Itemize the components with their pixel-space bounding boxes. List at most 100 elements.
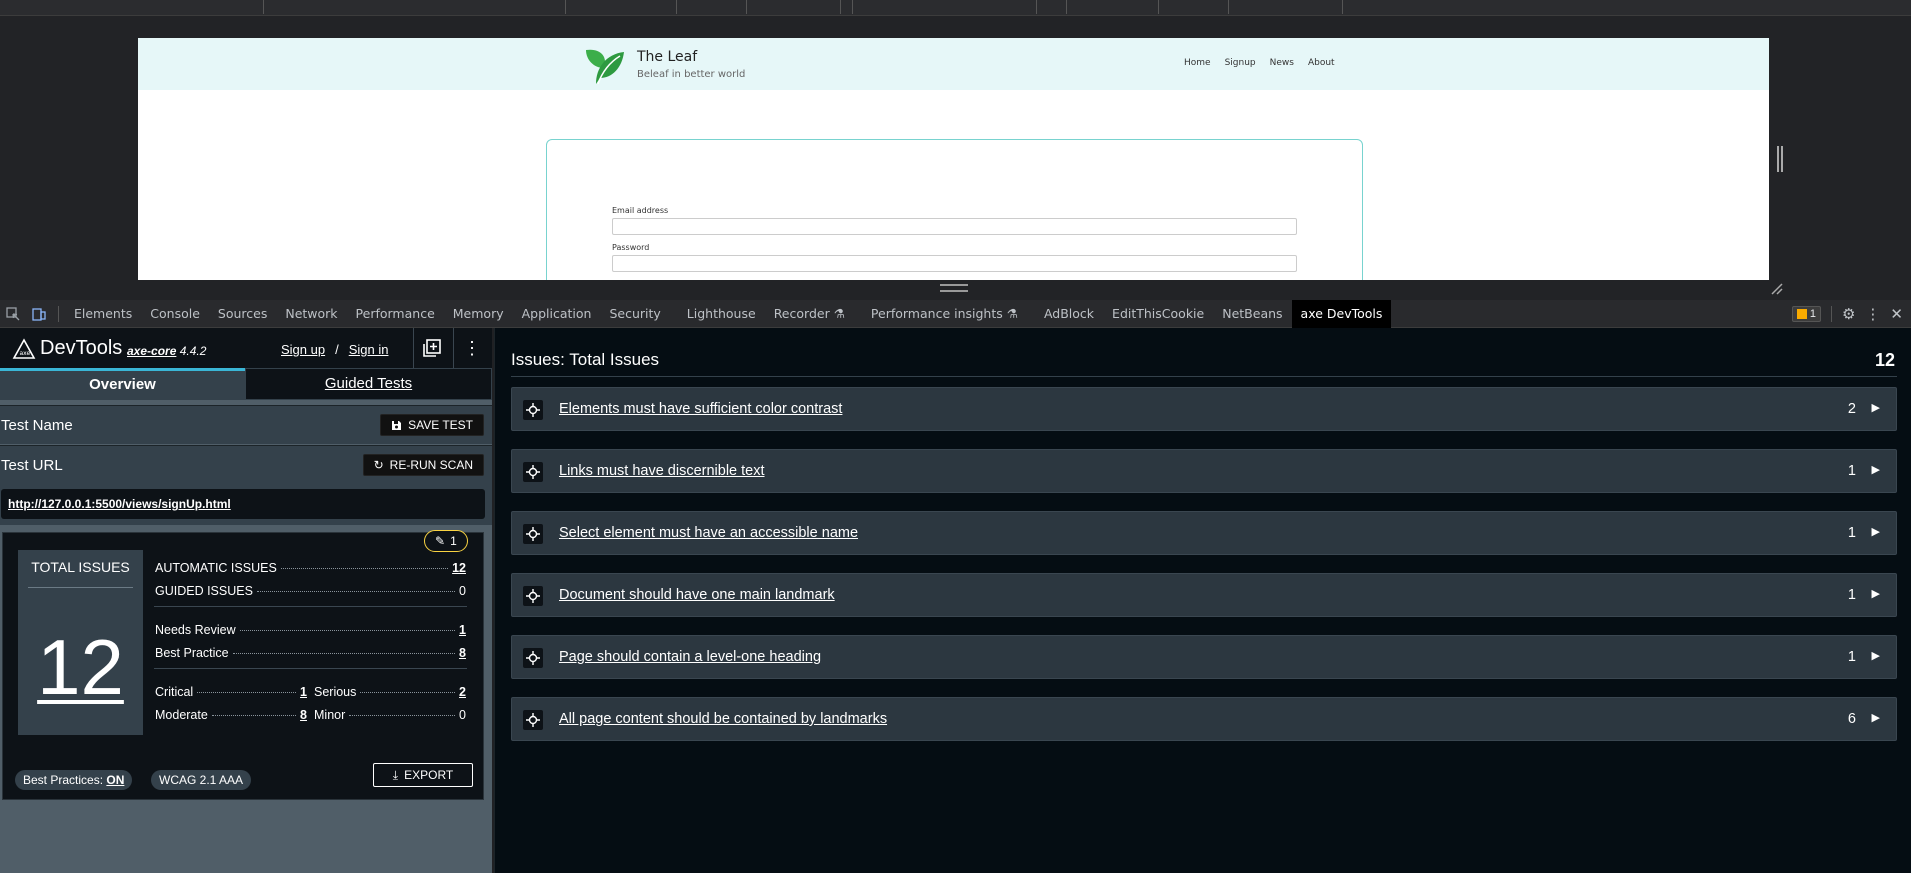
highlight-target-icon[interactable]	[523, 710, 543, 730]
total-issues-count[interactable]: 12	[18, 622, 143, 713]
automatic-issues-label: AUTOMATIC ISSUES	[155, 561, 277, 575]
issue-row[interactable]: Elements must have sufficient color cont…	[511, 387, 1897, 431]
nav-signup-link[interactable]: Signup	[1225, 58, 1256, 68]
issue-title[interactable]: Elements must have sufficient color cont…	[559, 401, 842, 417]
chevron-right-icon[interactable]: ▶	[1872, 463, 1880, 476]
tab-adblock[interactable]: AdBlock	[1035, 300, 1103, 328]
new-test-icon[interactable]	[413, 328, 450, 368]
browser-viewport: The Leaf Beleaf in better world Home Sig…	[0, 16, 1911, 300]
highlight-target-icon[interactable]	[523, 524, 543, 544]
test-url-link[interactable]: http://127.0.0.1:5500/views/signUp.html	[8, 497, 231, 511]
guided-edit-badge[interactable]: ✎ 1	[424, 530, 468, 552]
issue-title[interactable]: Links must have discernible text	[559, 463, 765, 479]
signup-form-card: Email address Password	[546, 139, 1363, 280]
total-issues-label: TOTAL ISSUES	[31, 559, 130, 575]
kebab-menu-icon[interactable]: ⋮	[453, 328, 490, 368]
tab-overview[interactable]: Overview	[0, 368, 245, 400]
divider	[1036, 0, 1037, 14]
password-field[interactable]	[612, 255, 1297, 272]
issue-title[interactable]: Page should contain a level-one heading	[559, 649, 821, 665]
tab-performance[interactable]: Performance	[347, 300, 444, 328]
tab-lighthouse[interactable]: Lighthouse	[678, 300, 765, 328]
save-test-button[interactable]: SAVE TEST	[380, 414, 484, 436]
device-toolbar-icon[interactable]	[26, 300, 52, 328]
issues-panel: Issues: Total Issues 12 Elements must ha…	[494, 328, 1911, 873]
issues-badge-count: 1	[1809, 308, 1816, 320]
highlight-target-icon[interactable]	[523, 400, 543, 420]
issue-row[interactable]: Page should contain a level-one heading …	[511, 635, 1897, 679]
gear-icon[interactable]: ⚙	[1842, 305, 1855, 323]
wcag-level-pill[interactable]: WCAG 2.1 AAA	[151, 770, 252, 790]
tab-sources[interactable]: Sources	[209, 300, 276, 328]
divider	[840, 0, 841, 14]
export-button[interactable]: ⤓ EXPORT	[373, 763, 473, 787]
automatic-issues-count[interactable]: 12	[452, 561, 466, 575]
issue-row[interactable]: Document should have one main landmark 1…	[511, 573, 1897, 617]
tab-performance-insights-label: Performance insights	[870, 305, 1003, 321]
sign-up-link[interactable]: Sign up	[281, 342, 325, 357]
issue-row[interactable]: All page content should be contained by …	[511, 697, 1897, 741]
tab-performance-insights[interactable]: Performance insights ⚗	[862, 300, 1027, 328]
best-practices-toggle[interactable]: Best Practices: ON	[15, 770, 133, 790]
tab-recorder[interactable]: Recorder ⚗	[765, 300, 854, 328]
divider	[58, 305, 59, 322]
chevron-right-icon[interactable]: ▶	[1872, 525, 1880, 538]
divider	[1228, 0, 1229, 14]
best-practice-count[interactable]: 8	[459, 646, 466, 660]
needs-review-count[interactable]: 1	[459, 623, 466, 637]
email-field[interactable]	[612, 218, 1297, 235]
issue-count: 2	[1847, 401, 1856, 417]
nav-news-link[interactable]: News	[1270, 58, 1294, 68]
inspect-element-icon[interactable]	[0, 300, 26, 328]
save-icon	[392, 420, 402, 430]
tab-security[interactable]: Security	[600, 300, 669, 328]
issue-title[interactable]: All page content should be contained by …	[559, 711, 887, 727]
rerun-scan-button[interactable]: ↻ RE-RUN SCAN	[362, 454, 484, 476]
chevron-right-icon[interactable]: ▶	[1872, 401, 1880, 414]
corner-resize-icon[interactable]	[1770, 282, 1784, 296]
sign-in-link[interactable]: Sign in	[349, 342, 389, 357]
serious-count[interactable]: 2	[459, 685, 466, 699]
divider	[565, 0, 566, 14]
tab-network[interactable]: Network	[276, 300, 346, 328]
devtools-resize-handle[interactable]	[940, 284, 968, 292]
divider	[1342, 0, 1343, 14]
site-nav: Home Signup News About	[1184, 58, 1335, 68]
tab-editthiscookie[interactable]: EditThisCookie	[1103, 300, 1213, 328]
tab-netbeans[interactable]: NetBeans	[1213, 300, 1291, 328]
best-practices-value: ON	[106, 773, 125, 787]
flask-icon: ⚗	[833, 305, 845, 321]
divider	[263, 0, 264, 14]
critical-count[interactable]: 1	[300, 685, 307, 699]
tab-application[interactable]: Application	[513, 300, 601, 328]
issues-badge[interactable]: 1	[1791, 306, 1821, 322]
chevron-right-icon[interactable]: ▶	[1872, 649, 1880, 662]
tab-guided-tests[interactable]: Guided Tests	[245, 368, 492, 400]
issue-row[interactable]: Links must have discernible text 1 ▶	[511, 449, 1897, 493]
issue-title[interactable]: Select element must have an accessible n…	[559, 525, 858, 541]
tab-axe-devtools[interactable]: axe DevTools	[1291, 299, 1392, 328]
issue-count: 1	[1847, 587, 1856, 603]
tab-memory[interactable]: Memory	[444, 300, 513, 328]
highlight-target-icon[interactable]	[523, 586, 543, 606]
test-url-container: http://127.0.0.1:5500/views/signUp.html	[1, 489, 485, 519]
tab-elements[interactable]: Elements	[65, 300, 141, 328]
chevron-right-icon[interactable]: ▶	[1872, 587, 1880, 600]
close-icon[interactable]: ✕	[1890, 305, 1903, 323]
pencil-count: 1	[450, 534, 457, 548]
nav-home-link[interactable]: Home	[1184, 58, 1211, 68]
highlight-target-icon[interactable]	[523, 462, 543, 482]
issue-row[interactable]: Select element must have an accessible n…	[511, 511, 1897, 555]
tab-console[interactable]: Console	[141, 300, 209, 328]
highlight-target-icon[interactable]	[523, 648, 543, 668]
axe-core-label[interactable]: axe-core	[127, 344, 176, 358]
chevron-right-icon[interactable]: ▶	[1872, 711, 1880, 724]
issue-title[interactable]: Document should have one main landmark	[559, 587, 835, 603]
moderate-count[interactable]: 8	[300, 708, 307, 722]
more-options-icon[interactable]: ⋮	[1865, 305, 1880, 323]
nav-about-link[interactable]: About	[1308, 58, 1335, 68]
test-url-row: Test URL ↻ RE-RUN SCAN	[0, 445, 492, 484]
issues-summary-card: ✎ 1 TOTAL ISSUES 12 AUTOMATIC ISSUES 12 G…	[2, 530, 484, 800]
pencil-icon: ✎	[435, 534, 446, 548]
viewport-resize-handle[interactable]	[1777, 146, 1783, 172]
